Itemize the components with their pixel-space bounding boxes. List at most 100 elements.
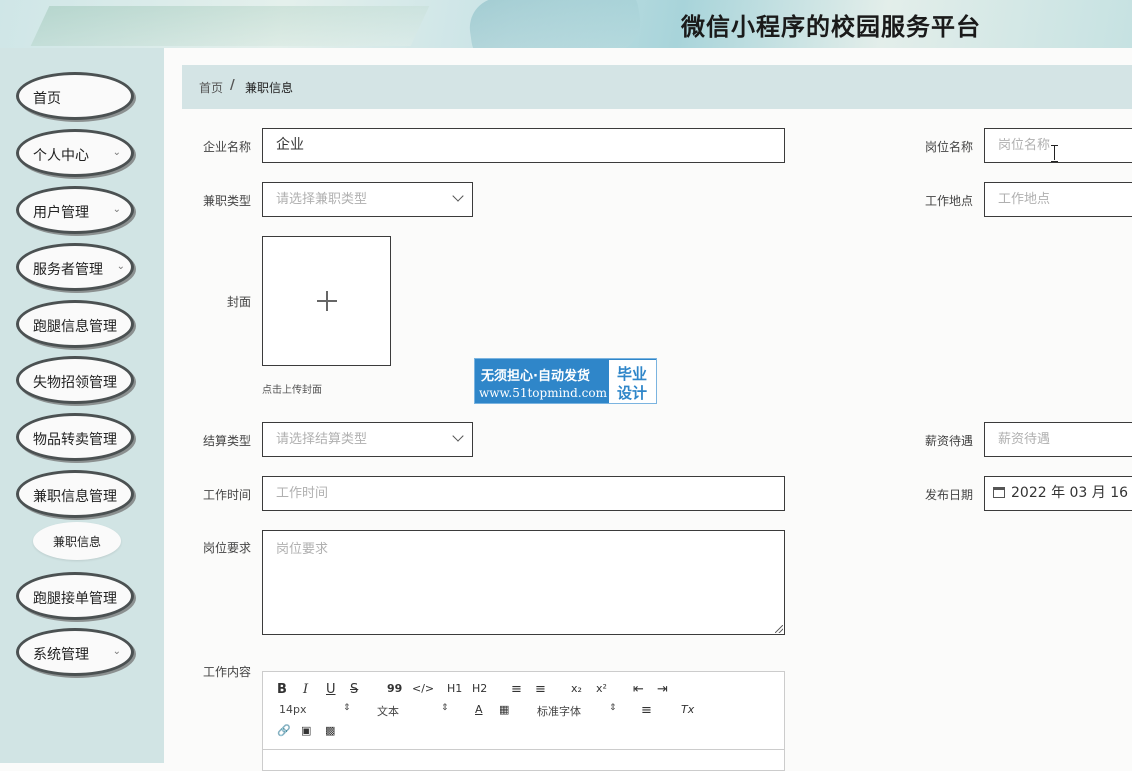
indent-icon[interactable]: ⇥ bbox=[657, 682, 668, 697]
requirements-placeholder: 岗位要求 bbox=[276, 542, 329, 557]
image-icon[interactable]: ▣ bbox=[301, 724, 311, 737]
watermark-line-2: www.51topmind.com bbox=[479, 386, 607, 400]
work-time-label: 工作时间 bbox=[203, 488, 252, 502]
app-title: 微信小程序的校园服务平台 bbox=[681, 13, 981, 41]
sidebar-item-errand-orders[interactable]: 跑腿接单管理 bbox=[16, 572, 134, 620]
sidebar-item-label: 用户管理 bbox=[33, 205, 89, 221]
chevron-down-icon: ⌄ bbox=[112, 646, 121, 657]
code-button[interactable]: </> bbox=[412, 682, 434, 695]
h2-button[interactable]: H2 bbox=[472, 682, 487, 695]
chevron-down-icon: ⌄ bbox=[112, 147, 121, 158]
chevron-down-icon bbox=[452, 190, 464, 202]
job-name-label: 岗位名称 bbox=[925, 140, 974, 154]
subscript-button[interactable]: x₂ bbox=[571, 682, 582, 695]
font-family-picker[interactable]: 标准字体 ⇕ bbox=[537, 703, 617, 719]
up-down-icon: ⇕ bbox=[609, 703, 617, 713]
sidebar-item-item-resale[interactable]: 物品转卖管理 bbox=[16, 413, 134, 461]
cover-upload[interactable] bbox=[262, 236, 391, 366]
sidebar-item-lost-found[interactable]: 失物招领管理 bbox=[16, 356, 134, 404]
rich-text-editor[interactable]: B I U S 99 </> H1 H2 ≡ ≡ x₂ x² ⇤ ⇥ 14px ⇕… bbox=[262, 671, 785, 771]
font-family-value: 标准字体 bbox=[537, 705, 581, 718]
settlement-type-select[interactable]: 请选择结算类型 bbox=[262, 422, 473, 457]
sidebar-item-label: 兼职信息管理 bbox=[33, 489, 117, 505]
sidebar-item-user-management[interactable]: 用户管理 ⌄ bbox=[16, 186, 134, 234]
sidebar-item-label: 跑腿信息管理 bbox=[33, 319, 117, 335]
watermark-badge: 无须担心·自动发货 www.51topmind.com 毕业 设计 bbox=[474, 358, 657, 404]
sidebar-item-system[interactable]: 系统管理 ⌄ bbox=[16, 628, 134, 676]
sidebar-item-label: 失物招领管理 bbox=[33, 375, 117, 391]
content-label: 工作内容 bbox=[203, 665, 252, 679]
breadcrumb: 首页 / 兼职信息 bbox=[182, 65, 1132, 109]
sidebar-item-label: 物品转卖管理 bbox=[33, 432, 117, 448]
sidebar-subitem-label: 兼职信息 bbox=[52, 535, 101, 549]
cover-label: 封面 bbox=[227, 295, 252, 309]
breadcrumb-home[interactable]: 首页 bbox=[199, 79, 223, 96]
strike-button[interactable]: S bbox=[350, 682, 358, 697]
outdent-icon[interactable]: ⇤ bbox=[633, 682, 644, 697]
banner-decoration bbox=[30, 6, 430, 46]
ordered-list-icon[interactable]: ≡ bbox=[511, 682, 522, 697]
watermark-side: 毕业 设计 bbox=[608, 360, 656, 403]
requirements-textarea[interactable]: 岗位要求 bbox=[262, 530, 785, 635]
watermark-line-1: 无须担心·自动发货 bbox=[481, 369, 590, 384]
font-size-value: 14px bbox=[279, 703, 307, 716]
watermark-side-line-2: 设计 bbox=[617, 384, 648, 402]
salary-label: 薪资待遇 bbox=[925, 434, 974, 448]
blockquote-button[interactable]: 99 bbox=[387, 682, 402, 695]
bullet-list-icon[interactable]: ≡ bbox=[535, 682, 546, 697]
sidebar-item-label: 系统管理 bbox=[33, 647, 89, 663]
sidebar-item-label: 个人中心 bbox=[33, 148, 89, 164]
settlement-type-label: 结算类型 bbox=[203, 434, 252, 448]
chevron-down-icon: ⌄ bbox=[112, 204, 121, 215]
header-banner: 微信小程序的校园服务平台 bbox=[0, 0, 1132, 48]
superscript-button[interactable]: x² bbox=[596, 682, 607, 695]
link-icon[interactable]: 🔗 bbox=[277, 724, 291, 737]
up-down-icon: ⇕ bbox=[441, 703, 449, 713]
sidebar-item-errand-info[interactable]: 跑腿信息管理 bbox=[16, 300, 134, 348]
underline-button[interactable]: U bbox=[326, 682, 336, 697]
align-icon[interactable]: ≡ bbox=[641, 703, 652, 718]
publish-date-input[interactable]: 2022 年 03 月 16 日 bbox=[984, 476, 1132, 511]
requirements-label: 岗位要求 bbox=[203, 541, 252, 555]
sidebar-subitem-part-time-info[interactable]: 兼职信息 bbox=[33, 522, 121, 560]
font-color-icon[interactable]: A bbox=[475, 703, 483, 716]
font-size-picker[interactable]: 14px ⇕ bbox=[279, 703, 351, 716]
sidebar-item-home[interactable]: 首页 bbox=[16, 72, 134, 120]
plus-icon bbox=[317, 291, 337, 311]
calendar-icon bbox=[993, 487, 1005, 498]
breadcrumb-current: 兼职信息 bbox=[245, 81, 294, 95]
bold-button[interactable]: B bbox=[277, 682, 287, 697]
editor-divider bbox=[263, 749, 784, 750]
h1-button[interactable]: H1 bbox=[447, 682, 462, 695]
banner-decoration bbox=[465, 0, 645, 48]
resize-handle-icon[interactable] bbox=[775, 625, 783, 633]
work-location-input[interactable]: 工作地点 bbox=[984, 182, 1132, 217]
publish-date-value: 2022 年 03 月 16 日 bbox=[1011, 485, 1132, 501]
block-format-value: 文本 bbox=[377, 705, 399, 718]
work-time-input[interactable]: 工作时间 bbox=[262, 476, 785, 511]
publish-date-label: 发布日期 bbox=[925, 488, 974, 502]
text-cursor-icon bbox=[1051, 145, 1059, 162]
video-icon[interactable]: ▩ bbox=[325, 724, 335, 737]
chevron-down-icon: ⌄ bbox=[116, 261, 125, 272]
up-down-icon: ⇕ bbox=[343, 703, 351, 713]
sidebar-item-part-time[interactable]: 兼职信息管理 bbox=[16, 470, 134, 518]
sidebar-item-label: 跑腿接单管理 bbox=[33, 591, 117, 607]
italic-button[interactable]: I bbox=[303, 682, 308, 697]
job-type-select[interactable]: 请选择兼职类型 bbox=[262, 182, 473, 217]
block-format-picker[interactable]: 文本 ⇕ bbox=[377, 703, 449, 719]
sidebar-item-personal-center[interactable]: 个人中心 ⌄ bbox=[16, 129, 134, 177]
company-name-input[interactable]: 企业 bbox=[262, 128, 785, 163]
chevron-down-icon bbox=[452, 430, 464, 442]
job-type-label: 兼职类型 bbox=[203, 194, 252, 208]
settlement-type-placeholder: 请选择结算类型 bbox=[276, 432, 368, 447]
sidebar-item-label: 服务者管理 bbox=[33, 262, 103, 278]
sidebar-item-label: 首页 bbox=[33, 91, 61, 107]
background-color-icon[interactable]: ▦ bbox=[499, 703, 509, 716]
sidebar-item-provider-management[interactable]: 服务者管理 ⌄ bbox=[16, 243, 134, 291]
watermark-side-line-1: 毕业 bbox=[617, 365, 648, 383]
clear-format-button[interactable]: Tx bbox=[681, 703, 694, 716]
salary-input[interactable]: 薪资待遇 bbox=[984, 422, 1132, 457]
job-type-placeholder: 请选择兼职类型 bbox=[276, 192, 368, 207]
company-name-label: 企业名称 bbox=[203, 140, 252, 154]
